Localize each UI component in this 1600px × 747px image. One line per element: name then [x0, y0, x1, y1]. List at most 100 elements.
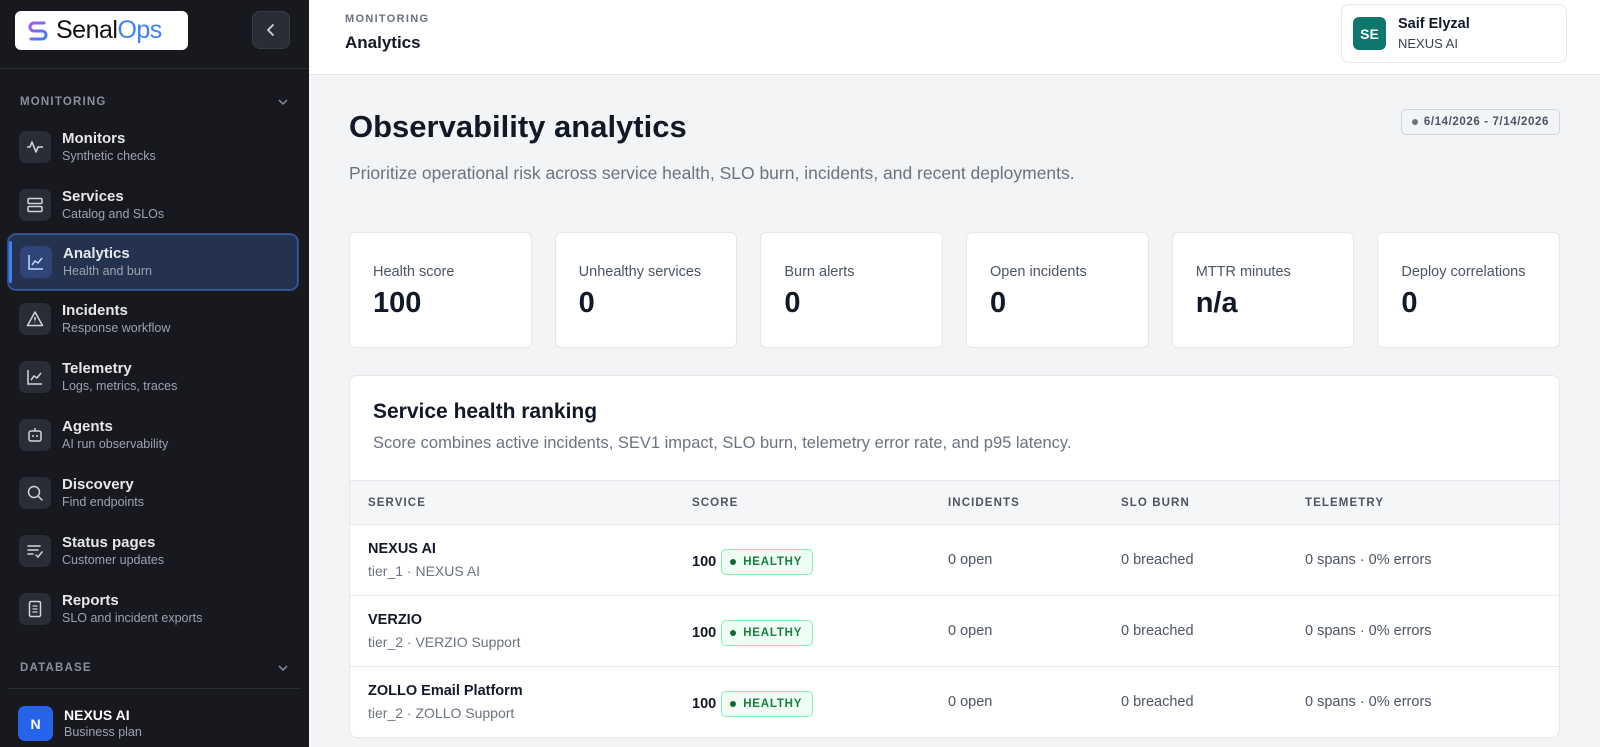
- column-header[interactable]: SERVICE: [368, 497, 426, 509]
- sidebar-item-discovery[interactable]: Discovery Find endpoints: [8, 465, 298, 521]
- kpi-burn-alerts: Burn alerts 0: [760, 232, 944, 348]
- sidebar-item-incidents[interactable]: Incidents Response workflow: [8, 291, 298, 347]
- document-icon: [19, 593, 51, 625]
- org-avatar: N: [18, 706, 53, 741]
- nav-title: Analytics: [63, 245, 130, 262]
- nav-subtitle: SLO and incident exports: [62, 611, 203, 625]
- server-icon: [19, 189, 51, 221]
- sidebar-item-monitors[interactable]: Monitors Synthetic checks: [8, 119, 298, 175]
- column-header[interactable]: INCIDENTS: [948, 497, 1020, 509]
- nav-subtitle: Catalog and SLOs: [62, 207, 165, 221]
- kpi-value: n/a: [1195, 287, 1238, 319]
- nav-subtitle: Response workflow: [62, 321, 171, 335]
- kpi-open-incidents: Open incidents 0: [966, 232, 1149, 348]
- table-row[interactable]: NEXUS AI tier_1 · NEXUS AI 100 HEALTHY 0…: [350, 525, 1559, 596]
- sidebar-header: SenalOps: [0, 0, 309, 69]
- service-health-ranking-panel: Service health ranking Score combines ac…: [349, 375, 1560, 738]
- collapse-sidebar-button[interactable]: [252, 11, 290, 49]
- dot-icon: [730, 559, 737, 565]
- kpi-label: MTTR minutes: [1195, 264, 1291, 280]
- service-name[interactable]: VERZIO: [368, 612, 422, 628]
- status-label: HEALTHY: [743, 556, 803, 568]
- nav-subtitle: Synthetic checks: [62, 149, 156, 163]
- slo-burn-cell: 0 breached: [1121, 623, 1194, 639]
- telemetry-cell: 0 spans · 0% errors: [1305, 694, 1432, 710]
- nav-title: Monitors: [62, 130, 126, 147]
- date-range-picker[interactable]: 6/14/2026 - 7/14/2026: [1400, 109, 1560, 135]
- user-menu[interactable]: SE Saif Elyzal NEXUS AI: [1341, 4, 1567, 63]
- nav-title: Reports: [62, 592, 119, 609]
- sidebar-item-status-pages[interactable]: Status pages Customer updates: [8, 523, 298, 579]
- nav-subtitle: AI run observability: [62, 437, 169, 451]
- incidents-cell: 0 open: [948, 623, 993, 639]
- logo[interactable]: SenalOps: [15, 11, 188, 50]
- score-cell: 100 HEALTHY: [692, 691, 814, 717]
- kpi-label: Unhealthy services: [578, 264, 702, 280]
- page-title: Analytics: [345, 33, 421, 52]
- service-name[interactable]: NEXUS AI: [368, 541, 436, 557]
- dot-icon: [730, 701, 737, 707]
- service-name[interactable]: ZOLLO Email Platform: [368, 683, 523, 699]
- nav-title: Telemetry: [62, 360, 132, 377]
- list-check-icon: [19, 535, 51, 567]
- sidebar-item-services[interactable]: Services Catalog and SLOs: [8, 177, 298, 233]
- sidebar-item-telemetry[interactable]: Telemetry Logs, metrics, traces: [8, 349, 298, 405]
- column-header[interactable]: TELEMETRY: [1305, 497, 1384, 509]
- kpi-label: Deploy correlations: [1401, 264, 1526, 280]
- status-label: HEALTHY: [743, 627, 803, 639]
- dot-icon: [730, 630, 737, 636]
- kpi-value: 0: [990, 287, 1007, 319]
- bot-icon: [19, 419, 51, 451]
- sidebar-item-agents[interactable]: Agents AI run observability: [8, 407, 298, 463]
- score-value: 100: [692, 554, 717, 570]
- telemetry-cell: 0 spans · 0% errors: [1305, 552, 1432, 568]
- activity-icon: [19, 131, 51, 163]
- sidebar-item-analytics[interactable]: Analytics Health and burn: [8, 234, 298, 290]
- table-row[interactable]: VERZIO tier_2 · VERZIO Support 100 HEALT…: [350, 596, 1559, 667]
- column-header[interactable]: SLO BURN: [1121, 497, 1190, 509]
- kpi-health-score: Health score 100: [349, 232, 532, 348]
- chevron-down-icon: [278, 665, 288, 672]
- org-name: NEXUS AI: [64, 707, 130, 723]
- section-database-label: DATABASE: [20, 662, 92, 674]
- kpi-label: Burn alerts: [784, 264, 855, 280]
- telemetry-cell: 0 spans · 0% errors: [1305, 623, 1432, 639]
- status-badge: HEALTHY: [721, 691, 814, 717]
- dot-icon: [1411, 119, 1418, 125]
- logo-text: SenalOps: [56, 16, 162, 44]
- slo-burn-cell: 0 breached: [1121, 694, 1194, 710]
- score-value: 100: [692, 696, 717, 712]
- table-row[interactable]: ZOLLO Email Platform tier_2 · ZOLLO Supp…: [350, 667, 1559, 737]
- user-org: NEXUS AI: [1398, 35, 1458, 51]
- logo-mark-icon: [28, 21, 48, 40]
- trend-icon: [19, 361, 51, 393]
- column-header[interactable]: SCORE: [692, 497, 738, 509]
- service-meta: tier_2 · ZOLLO Support: [368, 705, 515, 721]
- alert-triangle-icon: [19, 303, 51, 335]
- incidents-cell: 0 open: [948, 694, 993, 710]
- user-name: Saif Elyzal: [1398, 15, 1470, 32]
- sidebar-divider: [8, 688, 301, 689]
- service-meta: tier_2 · VERZIO Support: [368, 634, 521, 650]
- sidebar-item-reports[interactable]: Reports SLO and incident exports: [8, 581, 298, 637]
- section-database[interactable]: DATABASE: [20, 660, 289, 676]
- kpi-value: 0: [1401, 287, 1418, 319]
- section-monitoring[interactable]: MONITORING: [20, 94, 289, 110]
- status-badge: HEALTHY: [721, 549, 814, 575]
- avatar: SE: [1353, 17, 1386, 50]
- breadcrumb: MONITORING: [345, 13, 430, 25]
- sidebar: SenalOps MONITORING Monitors Synthetic ch…: [0, 0, 309, 747]
- nav-title: Incidents: [62, 302, 128, 319]
- panel-title: Service health ranking: [373, 400, 598, 423]
- kpi-label: Health score: [373, 264, 455, 280]
- panel-subtitle: Score combines active incidents, SEV1 im…: [373, 434, 1072, 452]
- kpi-row: Health score 100 Unhealthy services 0 Burn…: [349, 232, 1561, 348]
- kpi-deploy-correlations: Deploy correlations 0: [1377, 232, 1561, 348]
- status-badge: HEALTHY: [721, 620, 814, 646]
- kpi-mttr: MTTR minutes n/a: [1171, 232, 1355, 348]
- nav-subtitle: Customer updates: [62, 553, 165, 567]
- kpi-label: Open incidents: [990, 264, 1087, 280]
- kpi-value: 0: [578, 287, 595, 319]
- search-icon: [19, 477, 51, 509]
- org-switcher[interactable]: N NEXUS AI Business plan: [18, 706, 142, 741]
